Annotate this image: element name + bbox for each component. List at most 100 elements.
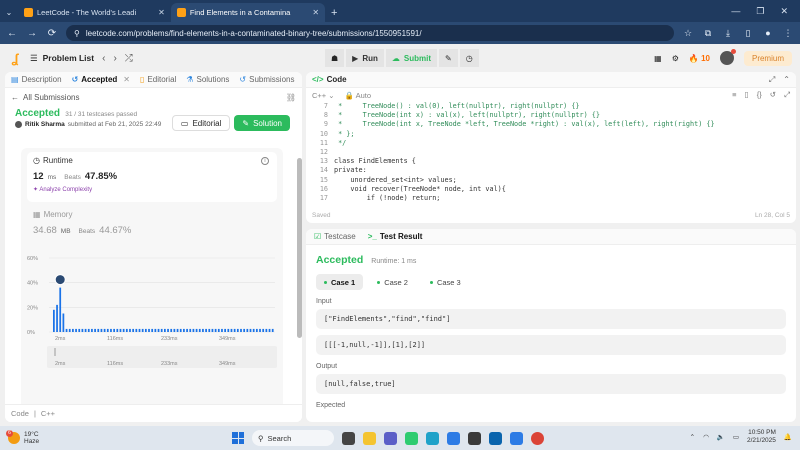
chart-bar[interactable] [141,328,144,332]
chart-bar[interactable] [179,328,182,332]
chart-bar[interactable] [214,328,217,332]
chrome-icon[interactable] [531,431,544,445]
todo-icon[interactable] [510,431,523,445]
tab-submissions[interactable]: ↺ Submissions [239,75,294,84]
chart-bar[interactable] [84,328,87,332]
tab-search-icon[interactable]: ⌄ [0,3,18,22]
chart-bar[interactable] [268,328,271,332]
chart-bar[interactable] [252,328,255,332]
profile-icon[interactable]: ● [762,28,774,38]
code-line[interactable]: 13 class FindElements { [306,157,796,166]
chart-bar[interactable] [65,328,68,332]
chart-bar[interactable] [78,328,81,332]
chart-bar[interactable] [265,328,268,332]
format-icon[interactable]: ≡ [732,90,736,100]
collapse-icon[interactable]: ⌃ [783,75,790,85]
streak-counter[interactable]: 🔥 10 [689,54,710,63]
minimize-icon[interactable]: — [731,6,740,16]
photos-icon[interactable] [447,431,460,445]
chart-bar[interactable] [189,328,192,332]
chart-bar[interactable] [186,328,188,332]
edge-icon[interactable] [426,431,439,445]
chart-bar[interactable] [116,328,119,332]
tab-accepted[interactable]: ↺ Accepted ✕ [72,75,130,84]
analyze-complexity-link[interactable]: ✦ Analyze Complexity [33,186,271,193]
chart-bar[interactable] [221,328,223,332]
case-1-tab[interactable]: Case 1 [316,274,364,290]
chart-bar[interactable] [135,328,138,332]
back-icon[interactable]: ← [6,28,18,39]
chart-bar[interactable] [259,328,261,332]
code-line[interactable]: 9 * TreeNode(int x, TreeNode *left, Tree… [306,120,796,129]
tab-editorial[interactable]: ▯ Editorial [140,75,176,84]
chart-bar[interactable] [97,328,100,332]
chart-bar[interactable] [160,328,163,332]
task-view-icon[interactable] [342,431,355,445]
chart-bar[interactable] [208,328,211,332]
taskbar-search[interactable]: ⚲ Search [252,430,334,446]
wifi-icon[interactable]: ◠ [703,433,709,441]
submit-button[interactable]: ☁ Submit [385,49,437,67]
outlook-icon[interactable] [489,431,502,445]
code-line[interactable]: 10 * }; [306,130,796,139]
language-select[interactable]: C++ ⌄ [312,91,335,100]
chart-bar[interactable] [233,328,236,332]
chart-bar[interactable] [129,328,131,332]
auto-mode-toggle[interactable]: 🔒 Auto [345,91,371,100]
chart-bar[interactable] [119,328,122,332]
chart-bar[interactable] [236,328,239,332]
tab-description[interactable]: ▤ Description [11,75,62,84]
chart-bar[interactable] [202,328,204,332]
notification-bell-icon[interactable]: 🔔 [784,433,792,441]
chart-bar[interactable] [195,328,198,332]
maximize-icon[interactable]: ❐ [756,6,764,17]
browser-tab-leetcode[interactable]: LeetCode - The World's Leadi ✕ [18,3,171,22]
problem-list-button[interactable]: ☰ Problem List [30,53,94,64]
chart-bar[interactable] [132,328,135,332]
browser-menu-icon[interactable]: ⋮ [782,28,794,39]
code-line[interactable]: 12 [306,148,796,157]
close-window-icon[interactable]: ✕ [780,6,788,17]
expand-icon[interactable]: ⤢ [769,75,775,85]
clock[interactable]: 10:50 PM 2/21/2025 [747,429,776,445]
chart-bar[interactable] [240,328,242,332]
chart-bar[interactable] [144,328,147,332]
chart-bar[interactable] [125,328,128,332]
tab-testcase[interactable]: ☑ Testcase [314,232,356,241]
code-lines[interactable]: 7 * TreeNode() : val(0), left(nullptr), … [306,102,796,204]
bookmark-star-icon[interactable]: ☆ [682,28,694,39]
chart-bar[interactable] [138,328,141,332]
close-tab-icon[interactable]: ✕ [158,8,165,17]
chart-bar[interactable] [183,328,185,332]
shuffle-icon[interactable]: ⤮ [125,53,133,64]
chart-bar[interactable] [100,328,103,332]
chart-bar[interactable] [53,309,55,332]
code-line[interactable]: 11 */ [306,139,796,148]
close-tab-icon[interactable]: ✕ [123,75,130,84]
chart-bar[interactable] [230,328,233,332]
chart-bar[interactable] [224,328,227,332]
next-problem-icon[interactable]: › [113,53,116,64]
premium-button[interactable]: Premium [743,50,792,66]
code-line[interactable]: 17 if (!node) return; [306,194,796,203]
chart-bar[interactable] [103,328,106,332]
chart-bar[interactable] [122,328,125,332]
chart-bar[interactable] [75,328,77,332]
chart-bar[interactable] [59,287,62,332]
chart-bar[interactable] [176,328,179,332]
memory-box[interactable]: ▦ Memory 34.68 MB Beats 44.67% [33,210,131,236]
chart-bar[interactable] [62,313,65,333]
chart-bar[interactable] [271,328,274,332]
sidebar-icon[interactable]: ▯ [742,28,754,39]
chart-bar[interactable] [262,328,265,332]
chart-bar[interactable] [243,328,246,332]
browser-tab-active[interactable]: Find Elements in a Contamina ✕ [170,3,326,22]
chart-bar[interactable] [87,328,90,332]
chart-bar[interactable] [205,328,207,332]
chevron-up-icon[interactable]: ⌃ [690,433,695,441]
volume-icon[interactable]: 🔈 [717,433,725,441]
tab-solutions[interactable]: ⚗ Solutions [186,75,229,84]
solution-button[interactable]: ✎ Solution [234,115,290,131]
user-avatar[interactable] [719,49,736,65]
chart-bar[interactable] [81,328,84,332]
